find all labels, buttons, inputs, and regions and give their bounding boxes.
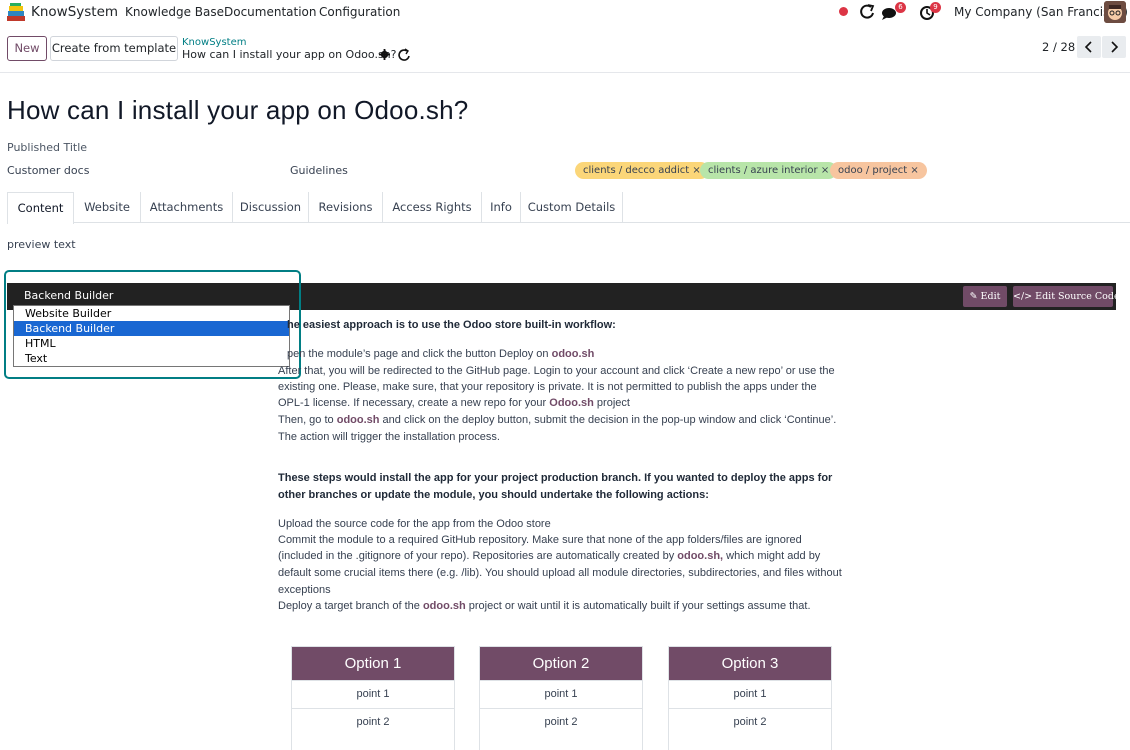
article-para-3-text: (included in the .gitignore of your repo… bbox=[278, 550, 678, 562]
gear-icon[interactable] bbox=[379, 49, 390, 60]
builder-option-website[interactable]: Website Builder bbox=[14, 306, 289, 321]
article-line-3: existing one. Please, make sure, that yo… bbox=[278, 381, 817, 393]
option-card-point: point 2 bbox=[669, 708, 831, 736]
menu-knowledge-base[interactable]: Knowledge Base bbox=[125, 5, 224, 19]
preview-text-label: preview text bbox=[7, 238, 76, 251]
section-field[interactable]: Customer docs bbox=[7, 164, 89, 177]
option-card-title: Option 1 bbox=[292, 647, 454, 680]
article-para-6-text: Deploy a target branch of the bbox=[278, 600, 423, 612]
option-card-point: point 1 bbox=[292, 680, 454, 708]
article-para-3-end: which might add by bbox=[723, 550, 821, 562]
tab-revisions[interactable]: Revisions bbox=[309, 192, 383, 223]
article-line-1: pen the module’s page and click the butt… bbox=[287, 348, 594, 360]
pager-next-button[interactable] bbox=[1102, 36, 1126, 58]
option-card-point: point 1 bbox=[669, 680, 831, 708]
new-button[interactable]: New bbox=[7, 36, 47, 61]
avatar-face-icon bbox=[1104, 1, 1126, 23]
tab-info[interactable]: Info bbox=[482, 192, 521, 223]
article-line-1-text: pen the module’s page and click the butt… bbox=[287, 348, 552, 360]
article-para-6: Deploy a target branch of the odoo.sh pr… bbox=[278, 600, 811, 612]
builder-option-backend[interactable]: Backend Builder bbox=[14, 321, 289, 336]
option-card-title: Option 3 bbox=[669, 647, 831, 680]
article-line-5: Then, go to odoo.sh and click on the dep… bbox=[278, 414, 836, 426]
refresh-icon[interactable] bbox=[857, 3, 877, 22]
pager-previous-button[interactable] bbox=[1077, 36, 1101, 58]
code-icon: </> bbox=[1013, 291, 1036, 302]
menu-configuration[interactable]: Configuration bbox=[319, 5, 400, 19]
tag-clients-decco-addict[interactable]: clients / decco addict × bbox=[575, 162, 709, 179]
tab-attachments[interactable]: Attachments bbox=[140, 192, 232, 223]
menu-documentation[interactable]: Documentation bbox=[224, 5, 317, 19]
option-card-1: Option 1 point 1 point 2 bbox=[291, 646, 455, 750]
chevron-right-icon bbox=[1111, 41, 1119, 53]
article-line-4: OPL-1 license. If necessary, create a ne… bbox=[278, 397, 630, 409]
app-name[interactable]: KnowSystem bbox=[31, 4, 118, 20]
article-title[interactable]: How can I install your app on Odoo.sh? bbox=[7, 95, 468, 126]
article-para-6-end: project or wait until it is automaticall… bbox=[465, 600, 811, 612]
notebook-tabs: Content Website Attachments Discussion R… bbox=[7, 192, 1130, 224]
article-para-3: (included in the .gitignore of your repo… bbox=[278, 550, 820, 562]
tag-clients-azure-interior[interactable]: clients / azure interior × bbox=[700, 162, 838, 179]
option-card-point: point 2 bbox=[480, 708, 642, 736]
pager-counter[interactable]: 2 / 28 bbox=[1042, 40, 1075, 54]
edit-source-label: Edit Source Code bbox=[1035, 291, 1120, 302]
option-card-point: point 1 bbox=[480, 680, 642, 708]
article-para-2: Commit the module to a required GitHub r… bbox=[278, 534, 802, 546]
article-link-odoo-sh-1[interactable]: odoo.sh bbox=[552, 348, 595, 360]
builder-option-html[interactable]: HTML bbox=[14, 336, 289, 351]
tab-discussion[interactable]: Discussion bbox=[232, 192, 309, 223]
edit-label: Edit bbox=[980, 291, 1001, 302]
article-line-2: After that, you will be redirected to th… bbox=[278, 365, 835, 377]
knowsystem-logo-icon[interactable] bbox=[6, 3, 26, 22]
edit-button[interactable]: ✎ Edit bbox=[963, 286, 1007, 307]
article-para-5: exceptions bbox=[278, 584, 331, 596]
create-from-template-button[interactable]: Create from template bbox=[50, 36, 178, 61]
article-line-5-end: and click on the deploy button, submit t… bbox=[379, 414, 837, 426]
top-navbar: KnowSystem Knowledge Base Documentation … bbox=[0, 0, 1130, 25]
published-title-field[interactable]: Published Title bbox=[7, 141, 87, 154]
activities-badge: 9 bbox=[930, 2, 941, 13]
control-panel-divider bbox=[0, 72, 1130, 73]
breadcrumb-current: How can I install your app on Odoo.sh? bbox=[182, 48, 397, 61]
article-para-4: default some crucial items there (e.g. /… bbox=[278, 567, 842, 579]
company-switcher[interactable]: My Company (San Francisco) bbox=[954, 5, 1128, 19]
article-heading-2-line-2: other branches or update the module, you… bbox=[278, 489, 709, 501]
tab-custom-details[interactable]: Custom Details bbox=[521, 192, 623, 223]
article-link-odoo-sh-4[interactable]: odoo.sh, bbox=[677, 550, 723, 562]
breadcrumb-parent[interactable]: KnowSystem bbox=[182, 37, 246, 48]
article-heading-2-line-1: These steps would install the app for yo… bbox=[278, 472, 833, 484]
tab-content[interactable]: Content bbox=[7, 192, 74, 224]
builder-select[interactable]: Backend Builder bbox=[14, 287, 291, 305]
article-para-1: Upload the source code for the app from … bbox=[278, 518, 551, 530]
edit-source-code-button[interactable]: </> Edit Source Code bbox=[1013, 286, 1120, 307]
option-card-3: Option 3 point 1 point 2 bbox=[668, 646, 832, 750]
chevron-left-icon bbox=[1084, 41, 1092, 53]
builder-option-text[interactable]: Text bbox=[14, 351, 289, 366]
tab-access-rights[interactable]: Access Rights bbox=[383, 192, 482, 223]
messages-badge: 6 bbox=[895, 2, 906, 13]
tag-odoo-project[interactable]: odoo / project × bbox=[830, 162, 927, 179]
article-line-4-text: OPL-1 license. If necessary, create a ne… bbox=[278, 397, 550, 409]
article-line-5-text: Then, go to bbox=[278, 414, 337, 426]
article-line-4-end: project bbox=[593, 397, 630, 409]
discard-changes-icon[interactable] bbox=[397, 48, 411, 62]
article-link-odoo-sh-2[interactable]: Odoo.sh bbox=[549, 397, 594, 409]
option-card-point: point 2 bbox=[292, 708, 454, 736]
status-dot-icon[interactable] bbox=[839, 7, 848, 16]
article-link-odoo-sh-5[interactable]: odoo.sh bbox=[423, 600, 466, 612]
tab-website[interactable]: Website bbox=[74, 192, 140, 223]
option-card-title: Option 2 bbox=[480, 647, 642, 680]
option-card-2: Option 2 point 1 point 2 bbox=[479, 646, 643, 750]
builder-options-list: Website Builder Backend Builder HTML Tex… bbox=[13, 305, 290, 367]
article-intro-heading: he easiest approach is to use the Odoo s… bbox=[287, 319, 616, 331]
edit-icon: ✎ bbox=[969, 291, 981, 302]
article-link-odoo-sh-3[interactable]: odoo.sh bbox=[337, 414, 380, 426]
article-type-field[interactable]: Guidelines bbox=[290, 164, 348, 177]
user-avatar[interactable] bbox=[1104, 1, 1126, 23]
article-line-6: The action will trigger the installation… bbox=[278, 431, 500, 443]
